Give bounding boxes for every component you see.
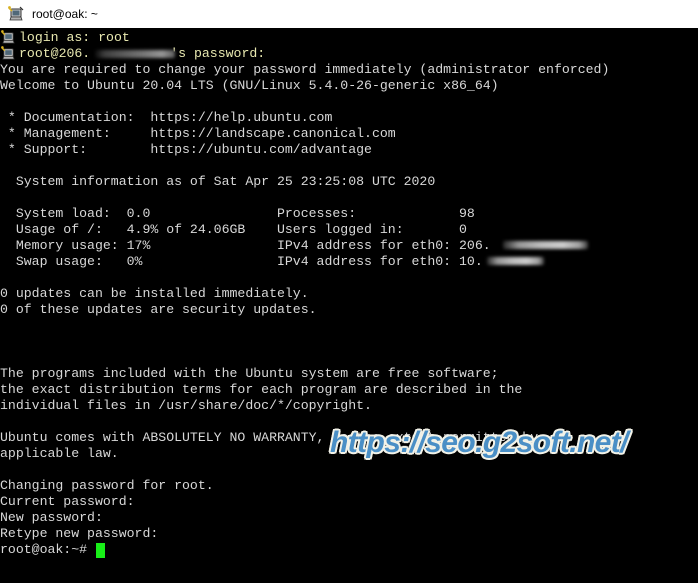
redaction-eth0-private-ip: [487, 257, 544, 265]
terminal-line-password-prompt: root@206. 's password:: [0, 46, 265, 62]
terminal-line-management: * Management: https://landscape.canonica…: [0, 126, 396, 141]
terminal-line-updates-available: 0 updates can be installed immediately.: [0, 286, 309, 301]
terminal-line-new-password: New password:: [0, 510, 103, 525]
password-prompt-prefix: root@206.: [19, 46, 91, 61]
window-title: root@oak: ~: [32, 7, 98, 21]
terminal-line-free-software-2: the exact distribution terms for each pr…: [0, 382, 523, 397]
terminal-line-password-change-required: You are required to change your password…: [0, 62, 610, 77]
terminal-prompt: root@oak:~#: [0, 542, 95, 557]
terminal-line-warranty-2: applicable law.: [0, 446, 119, 461]
password-prompt-suffix: 's password:: [170, 46, 266, 61]
redaction-eth0-public-ip: [503, 241, 588, 249]
terminal-cursor: [96, 543, 105, 558]
watermark-text: https://seo.g2soft.net/: [330, 426, 628, 459]
terminal-line-memory-usage: Memory usage: 17% IPv4 address for eth0:…: [0, 238, 491, 253]
terminal-line-usage-of-root: Usage of /: 4.9% of 24.06GB Users logged…: [0, 222, 467, 237]
terminal-line-changing-password: Changing password for root.: [0, 478, 214, 493]
terminal-line-swap-usage: Swap usage: 0% IPv4 address for eth0: 10…: [0, 254, 483, 269]
terminal-line-support: * Support: https://ubuntu.com/advantage: [0, 142, 372, 157]
terminal-line-welcome: Welcome to Ubuntu 20.04 LTS (GNU/Linux 5…: [0, 78, 499, 93]
terminal-line-retype-new-password: Retype new password:: [0, 526, 159, 541]
terminal-line-updates-security: 0 of these updates are security updates.: [0, 302, 317, 317]
terminal-line-documentation: * Documentation: https://help.ubuntu.com: [0, 110, 333, 125]
terminal-line-current-password: Current password:: [0, 494, 135, 509]
terminal-line-sysinfo-header: System information as of Sat Apr 25 23:2…: [0, 174, 436, 189]
window-titlebar: root@oak: ~: [0, 0, 698, 28]
putty-icon: [8, 6, 24, 22]
putty-icon-row-2: [1, 28, 16, 60]
putty-window: root@oak: ~ login as: root root@206. 's p…: [0, 0, 698, 583]
terminal-line-free-software-3: individual files in /usr/share/doc/*/cop…: [0, 398, 372, 413]
terminal-line-system-load: System load: 0.0 Processes: 98: [0, 206, 475, 221]
terminal-screen[interactable]: login as: root root@206. 's password: You…: [0, 28, 698, 583]
terminal-line-login-as: login as: root: [19, 30, 130, 45]
terminal-line-free-software-1: The programs included with the Ubuntu sy…: [0, 366, 499, 381]
